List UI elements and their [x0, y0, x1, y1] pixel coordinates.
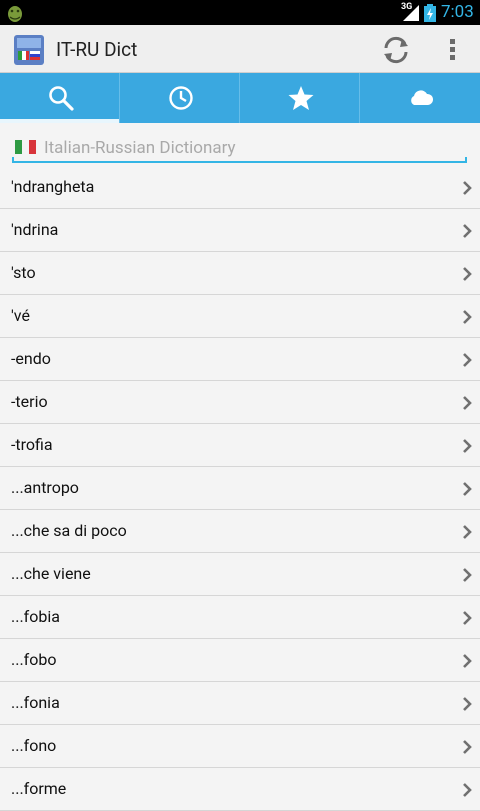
- tab-history[interactable]: [120, 73, 240, 123]
- list-item[interactable]: 'ndrina: [0, 209, 480, 252]
- list-item[interactable]: -terio: [0, 381, 480, 424]
- word-label: ...che sa di poco: [11, 521, 127, 540]
- cloud-icon: [411, 90, 434, 105]
- list-item[interactable]: -trofia: [0, 424, 480, 467]
- search-bar: [0, 124, 480, 170]
- list-item[interactable]: ...fobo: [0, 639, 480, 682]
- active-tab-indicator: [0, 119, 119, 123]
- list-item[interactable]: ...fobia: [0, 596, 480, 639]
- word-label: 'ndrina: [11, 220, 59, 239]
- list-item[interactable]: ...antropo: [0, 467, 480, 510]
- word-label: ...fobo: [11, 650, 57, 669]
- overflow-menu-icon[interactable]: [440, 35, 464, 65]
- list-item[interactable]: ...che viene: [0, 553, 480, 596]
- app-logo-icon[interactable]: [14, 35, 44, 65]
- word-label: 'vé: [11, 306, 30, 325]
- word-label: ...fonia: [11, 693, 60, 712]
- list-item[interactable]: ...forme: [0, 768, 480, 811]
- word-list: 'ndrangheta 'ndrina 'sto 'vé -endo -teri…: [0, 166, 480, 811]
- tab-favorites[interactable]: [240, 73, 360, 123]
- action-bar: IT-RU Dict: [0, 25, 480, 73]
- search-input-underline: [12, 157, 467, 163]
- chevron-right-icon: [463, 439, 472, 453]
- chevron-right-icon: [463, 267, 472, 281]
- chevron-right-icon: [463, 654, 472, 668]
- chevron-right-icon: [463, 611, 472, 625]
- list-item[interactable]: ...fono: [0, 725, 480, 768]
- word-label: -endo: [11, 349, 51, 368]
- chevron-right-icon: [463, 224, 472, 238]
- list-item[interactable]: ...che sa di poco: [0, 510, 480, 553]
- battery-charging-icon: [424, 4, 436, 22]
- word-label: ...fono: [11, 736, 57, 755]
- list-item[interactable]: 'ndrangheta: [0, 166, 480, 209]
- tab-search[interactable]: [0, 73, 120, 123]
- tab-bar: [0, 73, 480, 123]
- chevron-right-icon: [463, 783, 472, 797]
- status-bar: 3G 7:03: [0, 0, 480, 25]
- search-icon: [49, 86, 74, 111]
- chevron-right-icon: [463, 740, 472, 754]
- chevron-right-icon: [463, 525, 472, 539]
- list-item[interactable]: -endo: [0, 338, 480, 381]
- chevron-right-icon: [463, 568, 472, 582]
- italy-flag-icon: [15, 140, 36, 154]
- chevron-right-icon: [463, 353, 472, 367]
- chevron-right-icon: [463, 310, 472, 324]
- chevron-right-icon: [463, 697, 472, 711]
- underline-right-tick: [465, 157, 467, 163]
- list-item[interactable]: ...fonia: [0, 682, 480, 725]
- word-label: ...fobia: [11, 607, 60, 626]
- chevron-right-icon: [463, 181, 472, 195]
- word-label: ...forme: [11, 779, 67, 798]
- list-item[interactable]: 'sto: [0, 252, 480, 295]
- search-input[interactable]: [44, 135, 464, 161]
- word-label: -trofia: [11, 435, 53, 454]
- tab-cloud[interactable]: [360, 73, 480, 123]
- signal-icon: [403, 5, 419, 21]
- word-label: ...che viene: [11, 564, 91, 583]
- star-icon: [288, 86, 314, 110]
- android-notification-icon: [8, 6, 22, 22]
- word-label: 'sto: [11, 263, 36, 282]
- word-label: -terio: [11, 392, 48, 411]
- chevron-right-icon: [463, 482, 472, 496]
- chevron-right-icon: [463, 396, 472, 410]
- underline-left-tick: [12, 157, 14, 163]
- clock-icon: [169, 86, 193, 110]
- status-clock: 7:03: [441, 2, 474, 22]
- refresh-icon[interactable]: [380, 35, 412, 65]
- list-item[interactable]: 'vé: [0, 295, 480, 338]
- word-label: 'ndrangheta: [11, 177, 95, 196]
- app-title: IT-RU Dict: [56, 38, 138, 61]
- word-label: ...antropo: [11, 478, 79, 497]
